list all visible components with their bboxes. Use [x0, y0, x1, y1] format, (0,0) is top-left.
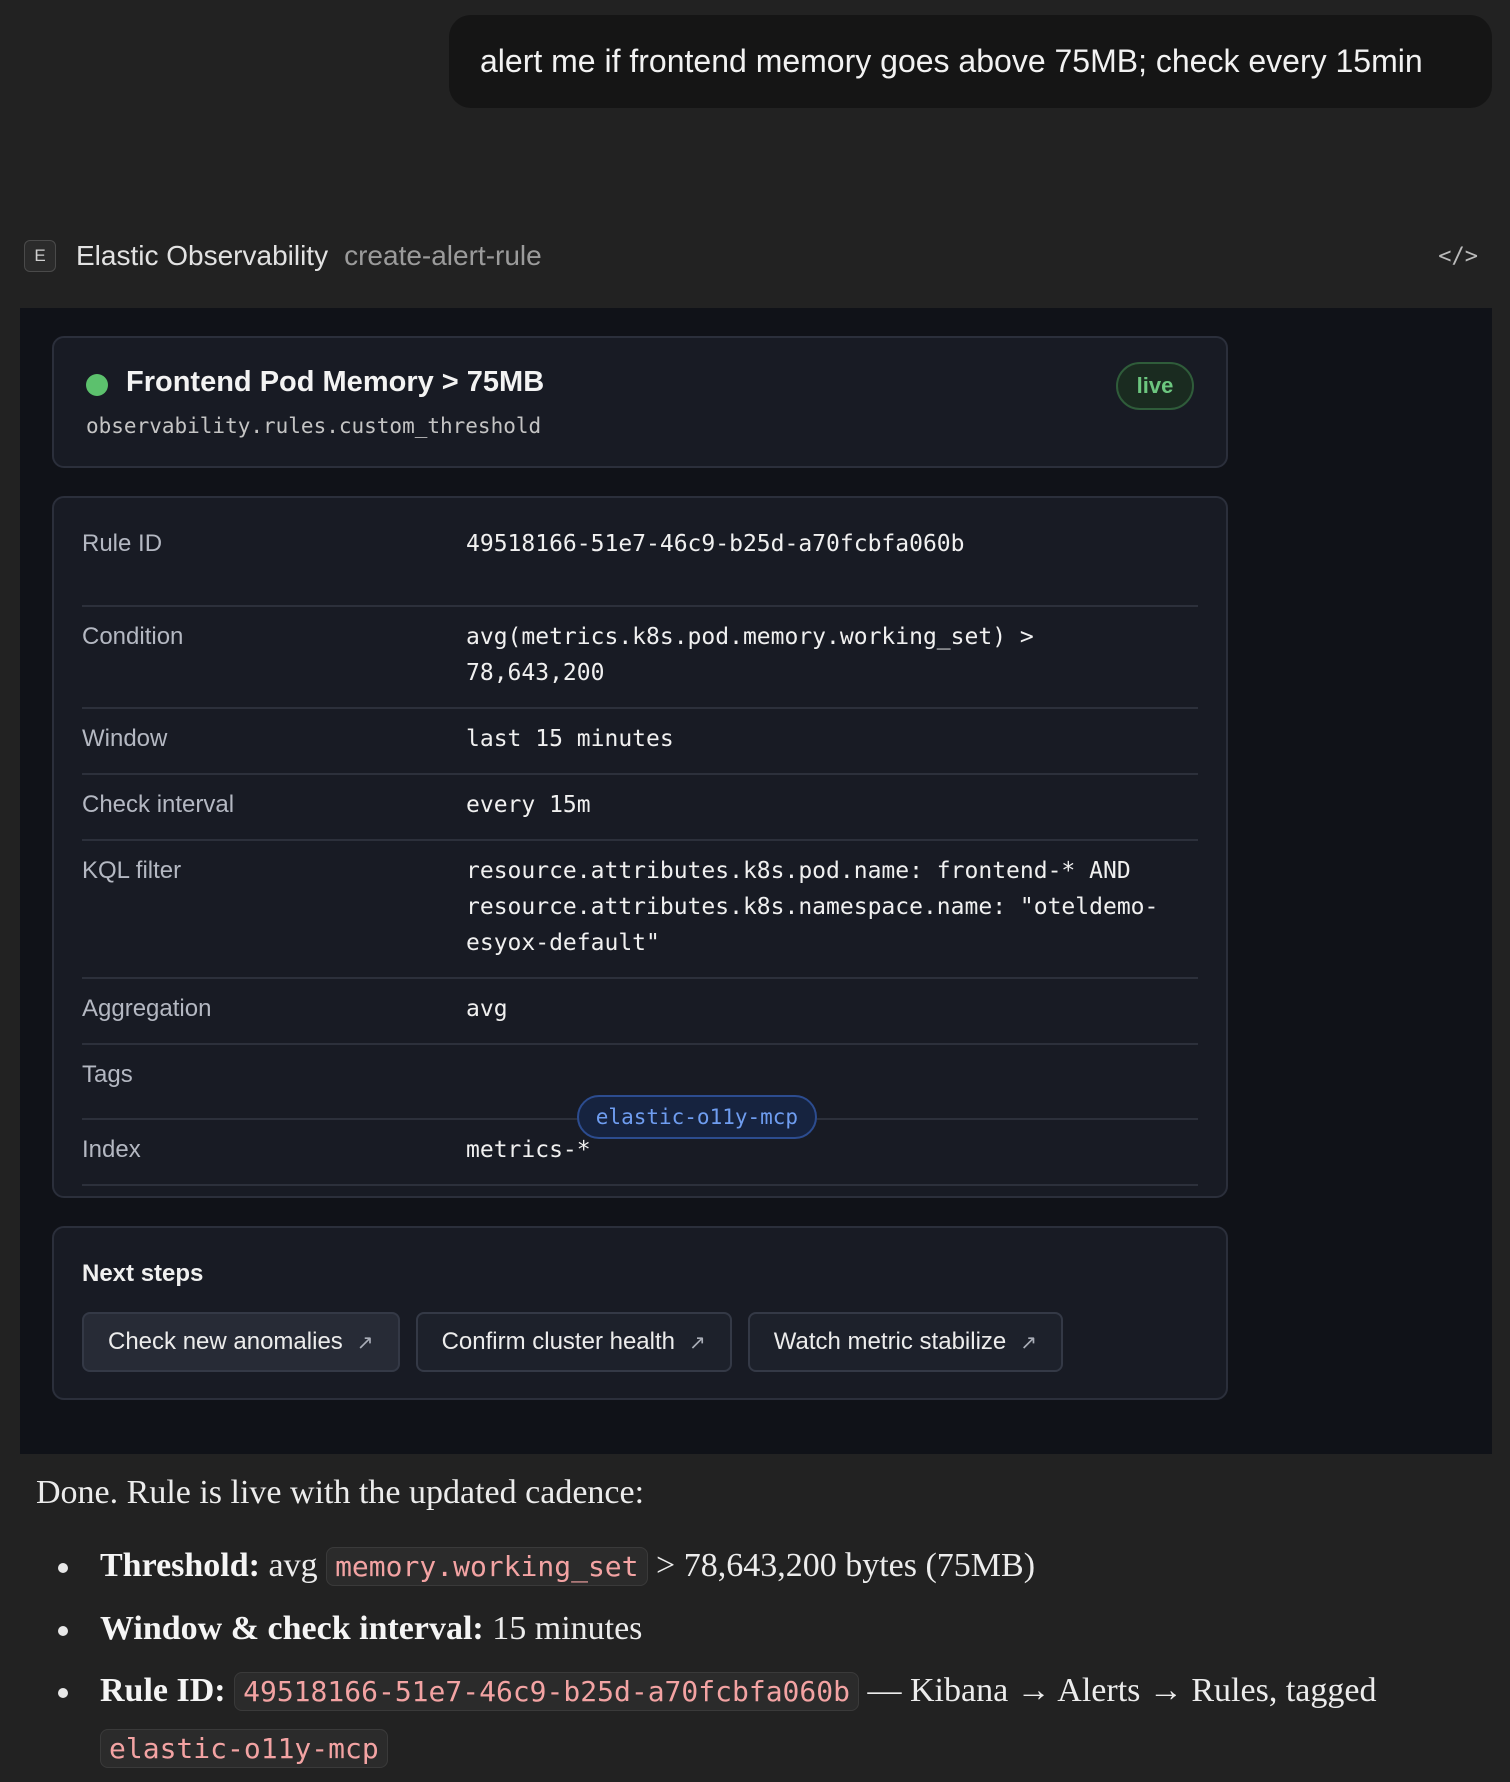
assistant-reply: Done. Rule is live with the updated cade… — [36, 1466, 1476, 1782]
detail-value: avg — [466, 996, 508, 1022]
status-badge: live — [1116, 362, 1194, 410]
external-link-icon: ↗ — [1020, 1331, 1038, 1354]
bullet-label: Threshold: — [100, 1547, 260, 1584]
detail-label: Check interval — [82, 791, 235, 818]
detail-label: KQL filter — [82, 857, 182, 884]
next-steps-buttons: Check new anomalies ↗ Confirm cluster he… — [82, 1312, 1079, 1372]
external-link-icon: ↗ — [689, 1331, 706, 1354]
detail-value: every 15m — [466, 792, 591, 818]
detail-value: metrics-* — [466, 1137, 591, 1163]
detail-value: 49518166-51e7-46c9-b25d-a70fcbfa060b — [466, 531, 965, 557]
bullet-text: avg — [259, 1547, 327, 1584]
reply-bullet-list: Threshold: avg memory.working_set > 78,6… — [36, 1538, 1476, 1777]
detail-label: Condition — [82, 623, 184, 650]
reply-intro: Done. Rule is live with the updated cade… — [36, 1474, 645, 1511]
watch-metric-stabilize-button[interactable]: Watch metric stabilize ↗ — [747, 1312, 1064, 1372]
button-label: Watch metric stabilize — [773, 1328, 1007, 1355]
inline-code: elastic-o11y-mcp — [100, 1729, 388, 1768]
bullet-text: 15 minutes — [483, 1610, 643, 1647]
detail-value: avg(metrics.k8s.pod.memory.working_set) … — [466, 624, 1034, 686]
list-item: Window & check interval: 15 minutes — [36, 1601, 1476, 1657]
detail-row-condition: Condition avg(metrics.k8s.pod.memory.wor… — [82, 607, 1198, 709]
tool-name: create-alert-rule — [344, 240, 542, 271]
confirm-cluster-health-button[interactable]: Confirm cluster health ↗ — [415, 1312, 732, 1372]
detail-row-rule-id: Rule ID 49518166-51e7-46c9-b25d-a70fcbfa… — [82, 514, 1198, 607]
detail-row-kql-filter: KQL filter resource.attributes.k8s.pod.n… — [82, 841, 1198, 979]
rule-title: Frontend Pod Memory > 75MB — [126, 366, 545, 398]
list-item: Threshold: avg memory.working_set > 78,6… — [36, 1538, 1476, 1595]
bullet-text — [226, 1672, 235, 1709]
code-view-icon[interactable]: </> — [1438, 244, 1478, 269]
tool-app-name: Elastic Observability — [76, 240, 329, 271]
list-item: Rule ID: 49518166-51e7-46c9-b25d-a70fcbf… — [36, 1663, 1476, 1777]
check-new-anomalies-button[interactable]: Check new anomalies ↗ — [82, 1312, 400, 1372]
bullet-label: Window & check interval: — [100, 1610, 484, 1647]
rule-details-card: Rule ID 49518166-51e7-46c9-b25d-a70fcbfa… — [52, 496, 1228, 1198]
tool-result-panel: Frontend Pod Memory > 75MB observability… — [20, 308, 1492, 1454]
status-dot-icon — [86, 374, 108, 396]
next-steps-card: Next steps Check new anomalies ↗ Confirm… — [52, 1226, 1228, 1400]
external-link-icon: ↗ — [356, 1331, 374, 1354]
inline-code: memory.working_set — [326, 1547, 648, 1586]
bullet-text: > 78,643,200 bytes (75MB) — [647, 1547, 1036, 1584]
detail-row-index: Index metrics-* — [82, 1120, 1198, 1186]
rule-type: observability.rules.custom_threshold — [86, 414, 542, 438]
detail-row-aggregation: Aggregation avg — [82, 979, 1198, 1045]
next-steps-title: Next steps — [82, 1260, 204, 1287]
button-label: Check new anomalies — [108, 1328, 343, 1355]
detail-label: Index — [82, 1136, 141, 1163]
detail-row-check-interval: Check interval every 15m — [82, 775, 1198, 841]
detail-row-tags: Tags elastic-o11y-mcp — [82, 1045, 1198, 1139]
user-message-bubble: alert me if frontend memory goes above 7… — [449, 15, 1492, 108]
rule-header-card: Frontend Pod Memory > 75MB observability… — [52, 336, 1228, 468]
detail-value: resource.attributes.k8s.pod.name: fronte… — [466, 858, 1159, 956]
detail-row-window: Window last 15 minutes — [82, 709, 1198, 775]
detail-label: Aggregation — [82, 995, 212, 1022]
detail-value: elastic-o11y-mcp — [466, 1045, 1198, 1139]
bullet-label: Rule ID: — [100, 1672, 226, 1709]
button-label: Confirm cluster health — [441, 1328, 675, 1355]
detail-label: Window — [82, 725, 168, 752]
inline-code: 49518166-51e7-46c9-b25d-a70fcbfa060b — [234, 1672, 859, 1711]
detail-label: Tags — [82, 1061, 133, 1088]
detail-value: last 15 minutes — [466, 726, 674, 752]
detail-label: Rule ID — [82, 530, 163, 557]
tool-call-header[interactable]: E Elastic Observability create-alert-rul… — [24, 236, 1492, 276]
elastic-app-icon: E — [24, 240, 56, 272]
bullet-text: — Kibana → Alerts → Rules, tagged — [858, 1672, 1377, 1709]
user-message-text: alert me if frontend memory goes above 7… — [480, 43, 1423, 79]
